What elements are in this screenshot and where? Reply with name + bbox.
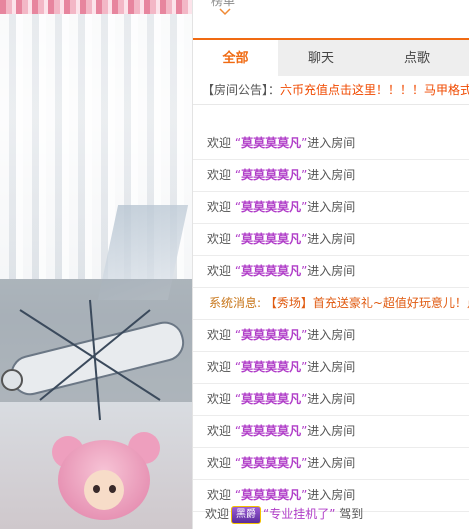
enter-message: 欢迎 “莫莫莫莫凡”进入房间 [193, 384, 469, 416]
system-label: 系统消息: [209, 296, 262, 310]
enter-room-text: 进入房间 [307, 200, 356, 214]
welcome-text: 欢迎 [207, 264, 232, 278]
system-message: 系统消息: 【秀场】首充送豪礼~超值好玩意儿！点 [193, 288, 469, 320]
user-nickname[interactable]: 莫莫莫莫凡 [241, 136, 301, 150]
welcome-text: 欢迎 [207, 456, 232, 470]
user-nickname[interactable]: 莫莫莫莫凡 [241, 264, 301, 278]
enter-message: 欢迎 “莫莫莫莫凡”进入房间 [193, 160, 469, 192]
enter-room-text: 进入房间 [307, 136, 356, 150]
video-stream[interactable] [0, 0, 192, 529]
user-nickname[interactable]: 莫莫莫莫凡 [241, 424, 301, 438]
doll-eye-right [109, 485, 116, 493]
welcome-text: 欢迎 [207, 200, 232, 214]
enter-message: 欢迎 “莫莫莫莫凡”进入房间 [193, 416, 469, 448]
welcome-text: 欢迎 [207, 328, 232, 342]
enter-message: 欢迎 “莫莫莫莫凡”进入房间 [193, 224, 469, 256]
user-nickname[interactable]: 莫莫莫莫凡 [241, 232, 301, 246]
chat-message-list: 欢迎 “莫莫莫莫凡”进入房间 欢迎 “莫莫莫莫凡”进入房间 欢迎 “莫莫莫莫凡”进入… [193, 128, 469, 512]
tab-song-request[interactable]: 点歌 [364, 40, 469, 78]
enter-room-text: 进入房间 [307, 328, 356, 342]
enter-message: 欢迎 “莫莫莫莫凡”进入房间 [193, 256, 469, 288]
enter-room-text: 进入房间 [307, 232, 356, 246]
enter-room-text: 进入房间 [307, 264, 356, 278]
user-nickname[interactable]: 莫莫莫莫凡 [241, 392, 301, 406]
welcome-text: 欢迎 [207, 392, 232, 406]
announcement-label: 【房间公告】： [202, 83, 281, 97]
enter-room-text: 进入房间 [307, 424, 356, 438]
enter-message: 欢迎 “莫莫莫莫凡”进入房间 [193, 448, 469, 480]
user-nickname[interactable]: 莫莫莫莫凡 [241, 200, 301, 214]
chevron-down-icon[interactable] [219, 8, 231, 18]
enter-message: 欢迎 “莫莫莫莫凡”进入房间 [193, 192, 469, 224]
welcome-text: 欢迎 [207, 232, 232, 246]
user-nickname[interactable]: 莫莫莫莫凡 [241, 360, 301, 374]
user-nickname[interactable]: 莫莫莫莫凡 [241, 168, 301, 182]
lamp-illustration [1, 299, 185, 421]
welcome-text: 欢迎 [207, 136, 232, 150]
tab-chat[interactable]: 聊天 [278, 40, 364, 78]
doll-eye-left [93, 485, 100, 493]
vip-arrival-message: 欢迎 黑爵 “专业挂机了” 驾到 [193, 500, 469, 529]
system-text[interactable]: 【秀场】首充送豪礼~超值好玩意儿！点 [265, 296, 469, 310]
tab-all[interactable]: 全部 [193, 40, 278, 78]
user-nickname[interactable]: 莫莫莫莫凡 [241, 328, 301, 342]
vip-badge: 黑爵 [231, 505, 262, 524]
welcome-text: 欢迎 [207, 360, 232, 374]
enter-message: 欢迎 “莫莫莫莫凡”进入房间 [193, 320, 469, 352]
welcome-text: 欢迎 [207, 168, 232, 182]
enter-room-text: 进入房间 [307, 168, 356, 182]
enter-room-text: 进入房间 [307, 456, 356, 470]
doll-face [84, 470, 124, 510]
video-top-border [0, 0, 192, 14]
room-announcement: 【房间公告】：六币充值点击这里！！！！马甲格式 [193, 76, 469, 105]
enter-message: 欢迎 “莫莫莫莫凡”进入房间 [193, 352, 469, 384]
chat-panel: 榜单 全部 聊天 点歌 【房间公告】：六币充值点击这里！！！！马甲格式 欢迎 “… [192, 0, 469, 529]
user-nickname[interactable]: “专业挂机了” [263, 507, 335, 521]
welcome-text: 欢迎 [207, 424, 232, 438]
welcome-text: 欢迎 [205, 507, 230, 521]
enter-room-text: 进入房间 [307, 360, 356, 374]
announcement-link[interactable]: 六币充值点击这里！！！！马甲格式 [280, 83, 469, 97]
user-nickname[interactable]: 莫莫莫莫凡 [241, 456, 301, 470]
enter-message: 欢迎 “莫莫莫莫凡”进入房间 [193, 128, 469, 160]
chat-tabs: 全部 聊天 点歌 [193, 38, 469, 78]
enter-room-text: 进入房间 [307, 392, 356, 406]
arrival-text: 驾到 [339, 507, 364, 521]
